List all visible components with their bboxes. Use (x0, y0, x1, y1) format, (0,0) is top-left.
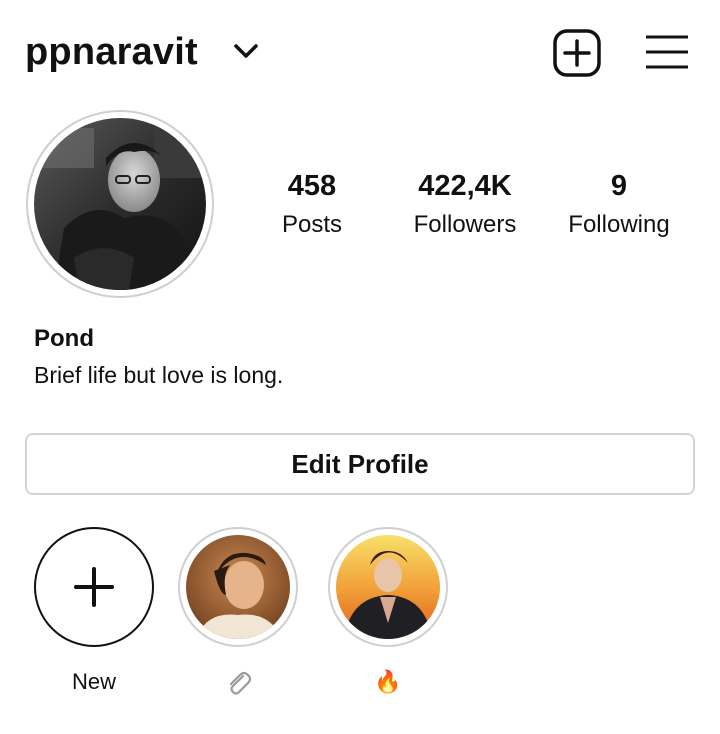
stat-label: Posts (281, 211, 343, 238)
highlight-circle[interactable] (178, 527, 298, 647)
new-highlight-circle[interactable] (34, 527, 154, 647)
highlight-item[interactable] (174, 527, 302, 697)
stat-value: 422,4K (418, 170, 512, 202)
edit-profile-button[interactable]: Edit Profile (25, 433, 695, 495)
profile-name: Pond (34, 325, 94, 352)
stat-value: 9 (610, 170, 628, 202)
highlight-circle[interactable] (328, 527, 448, 647)
plus-square-icon[interactable] (552, 28, 602, 78)
highlight-label: New (71, 669, 116, 694)
stat-following[interactable]: 9 Following (554, 168, 684, 242)
chevron-down-icon[interactable] (232, 40, 260, 62)
stat-followers[interactable]: 422,4K Followers (395, 168, 535, 242)
highlight-item[interactable]: 🔥 (324, 527, 452, 697)
avatar-photo (34, 118, 206, 290)
hamburger-menu-icon[interactable] (644, 32, 690, 72)
highlight-photo (186, 535, 290, 639)
fire-icon: 🔥 (374, 669, 402, 694)
stat-label: Followers (413, 211, 517, 238)
highlight-photo (336, 535, 440, 639)
highlight-label (174, 667, 302, 697)
stat-posts[interactable]: 458 Posts (262, 168, 362, 242)
profile-bio: Brief life but love is long. (34, 362, 284, 388)
plus-icon (74, 567, 114, 607)
paperclip-icon (229, 672, 252, 695)
highlight-new[interactable]: New (30, 527, 158, 697)
profile-avatar[interactable] (34, 118, 206, 290)
profile-username[interactable]: ppnaravit (25, 26, 198, 78)
stat-label: Following (568, 211, 670, 238)
stat-value: 458 (287, 170, 337, 202)
